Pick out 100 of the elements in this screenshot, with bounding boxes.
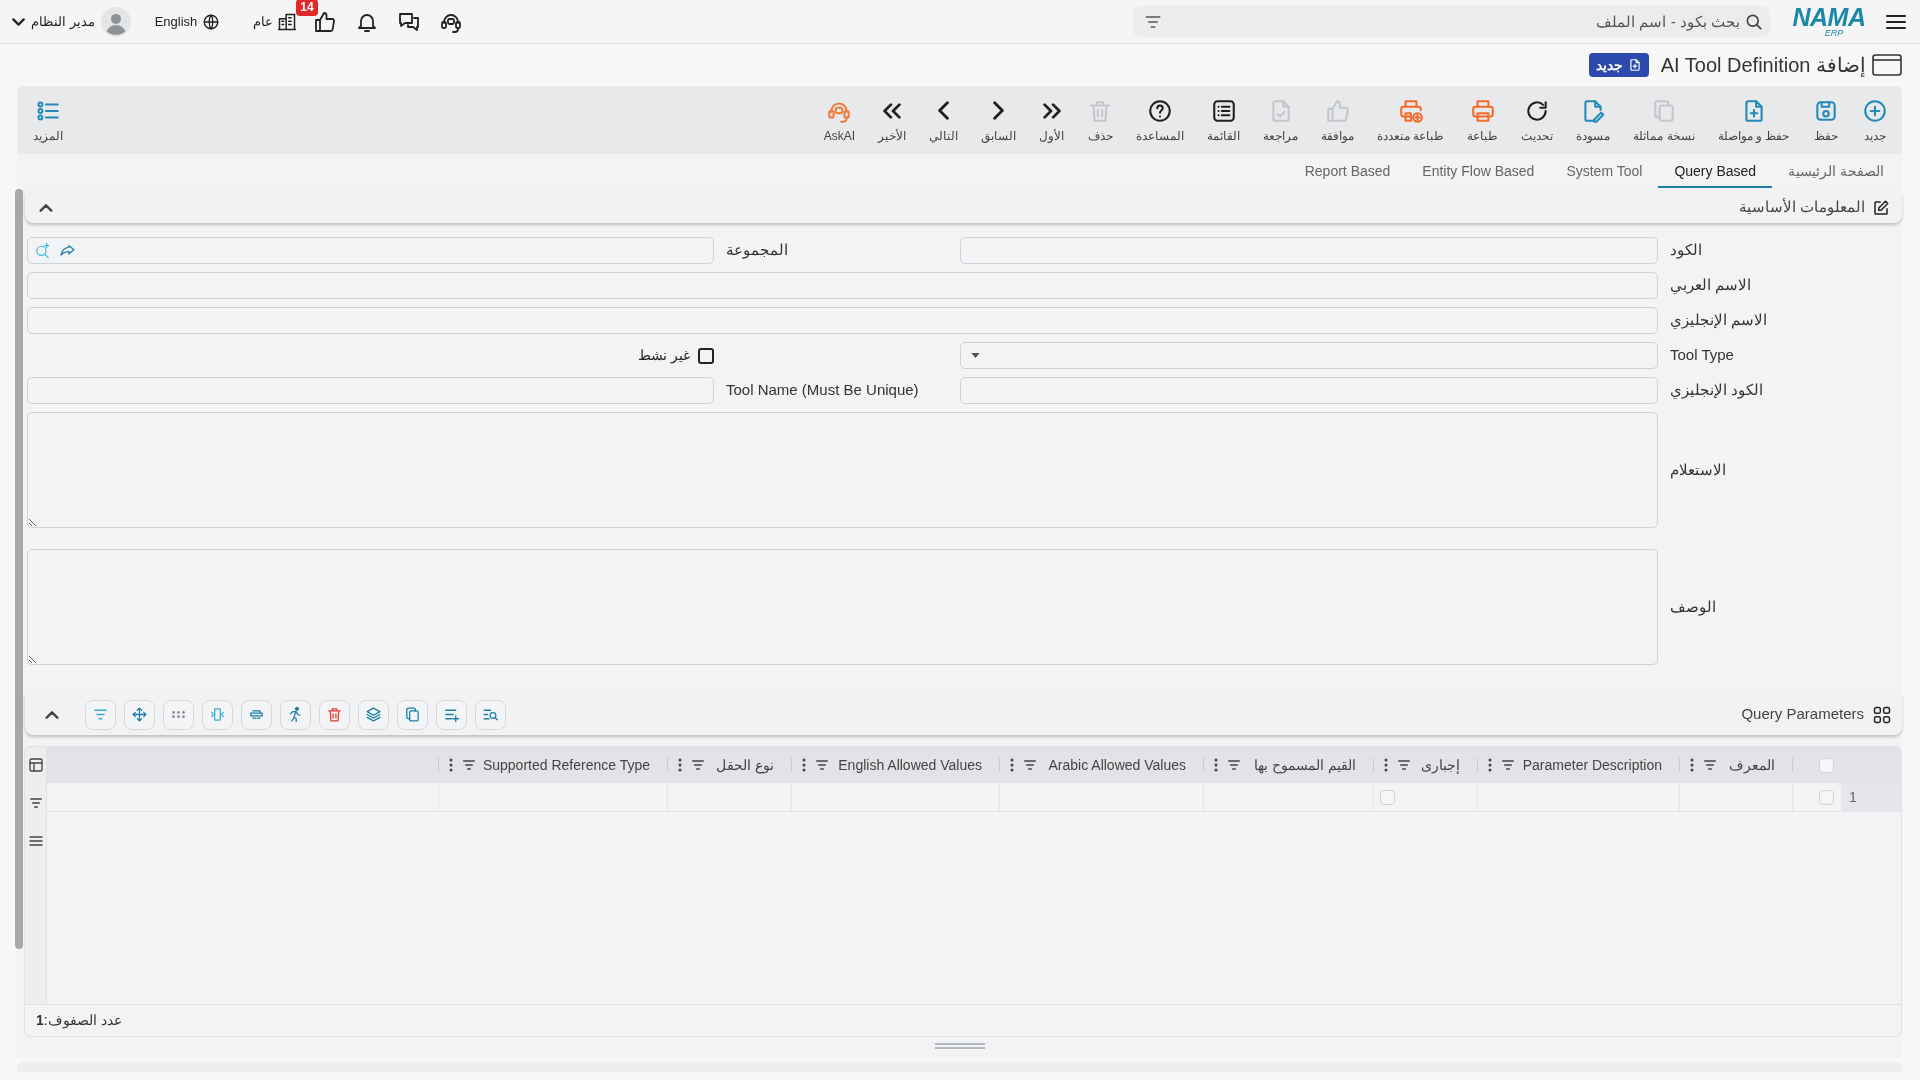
running-person-button[interactable] xyxy=(280,699,311,730)
chevron-up-icon[interactable] xyxy=(39,203,53,212)
column-header: نوع الحقل xyxy=(716,755,774,776)
pencil-square-icon xyxy=(1872,198,1890,217)
text-field[interactable] xyxy=(27,377,714,404)
row-number: 1 xyxy=(1841,783,1901,811)
save-and-continue-button[interactable]: حفظ و مواصلة xyxy=(1706,91,1801,149)
tab[interactable]: Entity Flow Based xyxy=(1406,157,1551,188)
list-plus-button[interactable] xyxy=(436,699,467,730)
likes-count: 14 xyxy=(296,0,318,16)
globe-icon xyxy=(202,12,221,31)
table-icon[interactable] xyxy=(27,757,44,773)
bracket-box-icon xyxy=(209,706,226,723)
file-plus-icon xyxy=(1627,58,1642,72)
filter-icon[interactable] xyxy=(814,757,830,773)
layers-button[interactable] xyxy=(358,699,389,730)
tab[interactable]: Query Based xyxy=(1658,157,1773,188)
column-header: إجبارى xyxy=(1421,755,1460,776)
user-menu-button[interactable]: مدير النظام xyxy=(12,6,131,37)
kebab-menu-icon[interactable] xyxy=(1488,758,1492,772)
kebab-menu-icon[interactable] xyxy=(678,758,682,772)
filter-icon[interactable] xyxy=(1702,757,1718,773)
kebab-menu-icon[interactable] xyxy=(1690,758,1694,772)
copy-icon xyxy=(404,706,421,723)
filter-icon[interactable] xyxy=(27,795,44,811)
move-arrows-icon xyxy=(131,706,148,723)
list-button[interactable]: القائمة xyxy=(1195,91,1252,149)
first-button[interactable]: الأول xyxy=(1027,91,1076,149)
filter-icon[interactable] xyxy=(461,757,477,773)
caret-down-icon xyxy=(971,353,980,358)
field-label: الوصف xyxy=(1670,596,1717,618)
section-title: المعلومات الأساسية xyxy=(1738,197,1865,218)
more-button[interactable]: المزيد xyxy=(25,91,71,149)
printer-icon xyxy=(1470,97,1496,124)
branch-button[interactable]: عام xyxy=(253,11,298,32)
language-button[interactable]: English xyxy=(154,11,221,32)
text-field[interactable] xyxy=(27,307,1658,334)
filter-icon[interactable] xyxy=(690,757,706,773)
badge-label: جديد xyxy=(1595,55,1623,75)
building-icon xyxy=(277,11,298,32)
checkbox[interactable] xyxy=(698,347,714,364)
field-label: Tool Name (Must Be Unique) xyxy=(726,380,920,401)
field-label: المجموعة xyxy=(726,240,789,261)
refresh-button[interactable]: تحديث xyxy=(1510,91,1565,149)
kebab-menu-icon[interactable] xyxy=(802,758,806,772)
double-chevron-left-icon xyxy=(883,102,902,119)
text-field[interactable] xyxy=(960,237,1658,264)
column-header: القيم المسموح بها xyxy=(1254,755,1356,776)
field-label: الاسم الإنجليزي xyxy=(1670,310,1769,331)
delete-button[interactable] xyxy=(319,699,350,730)
new-button[interactable]: جديد xyxy=(1850,91,1899,149)
kebab-menu-icon[interactable] xyxy=(449,758,453,772)
avatar-icon xyxy=(100,6,131,37)
print-button[interactable]: طباعة xyxy=(1456,91,1510,149)
multi-print-button[interactable]: طباعة متعددة xyxy=(1365,91,1456,149)
dots-grid-button[interactable] xyxy=(163,699,194,730)
tab[interactable]: System Tool xyxy=(1550,157,1659,188)
resize-handle[interactable] xyxy=(934,1043,985,1049)
chevron-down-icon xyxy=(12,17,25,26)
field-label: الاستعلام xyxy=(1670,459,1727,481)
kebab-menu-icon[interactable] xyxy=(1214,758,1218,772)
filter-icon[interactable] xyxy=(1022,757,1038,773)
filter-button[interactable] xyxy=(85,699,116,730)
save-button[interactable]: حفظ xyxy=(1801,91,1850,149)
field-label: الكود الإنجليزي xyxy=(1670,380,1765,401)
share-arrow-icon[interactable] xyxy=(59,242,76,259)
help-icon xyxy=(1147,97,1174,124)
last-button[interactable]: الأخير xyxy=(866,91,918,149)
help-button[interactable]: المساعدة xyxy=(1124,91,1196,149)
page-title: إضافة AI Tool Definition xyxy=(1660,53,1866,79)
column-header: Supported Reference Type xyxy=(482,755,650,775)
tab[interactable]: Report Based xyxy=(1288,157,1407,188)
filter-icon[interactable] xyxy=(1226,757,1242,773)
move-button[interactable] xyxy=(124,699,155,730)
list-search-button[interactable] xyxy=(475,699,506,730)
filter-icon[interactable] xyxy=(1500,757,1516,773)
text-field[interactable] xyxy=(27,272,1658,299)
filter-icon[interactable] xyxy=(1396,757,1412,773)
next-button[interactable]: التالي xyxy=(917,91,970,149)
bracket-box-button[interactable] xyxy=(202,699,233,730)
previous-button[interactable]: السابق xyxy=(969,91,1028,149)
section-title: Query Parameters xyxy=(1741,704,1864,725)
scrollbar[interactable] xyxy=(15,189,23,949)
text-field[interactable] xyxy=(960,377,1658,404)
copy-button[interactable] xyxy=(397,699,428,730)
grid-icon xyxy=(1872,704,1892,725)
ask-ai-button[interactable]: AskAI xyxy=(812,91,867,149)
tab[interactable]: الصفحة الرئيسية xyxy=(1772,157,1900,188)
thumbs-up-icon[interactable] xyxy=(313,9,338,34)
field-label: الكود xyxy=(1670,240,1703,261)
column-header: English Allowed Values xyxy=(838,755,982,775)
kebab-menu-icon[interactable] xyxy=(1384,758,1388,772)
kebab-menu-icon[interactable] xyxy=(1010,758,1014,772)
bricks-button[interactable] xyxy=(241,699,272,730)
trash-icon xyxy=(326,706,343,723)
chevron-up-icon[interactable] xyxy=(45,710,59,719)
chevron-left-icon xyxy=(938,101,950,120)
field-label: الاسم العربي xyxy=(1670,275,1753,296)
draft-button[interactable]: مسودة xyxy=(1565,91,1622,149)
column-header: Parameter Description xyxy=(1522,755,1662,775)
